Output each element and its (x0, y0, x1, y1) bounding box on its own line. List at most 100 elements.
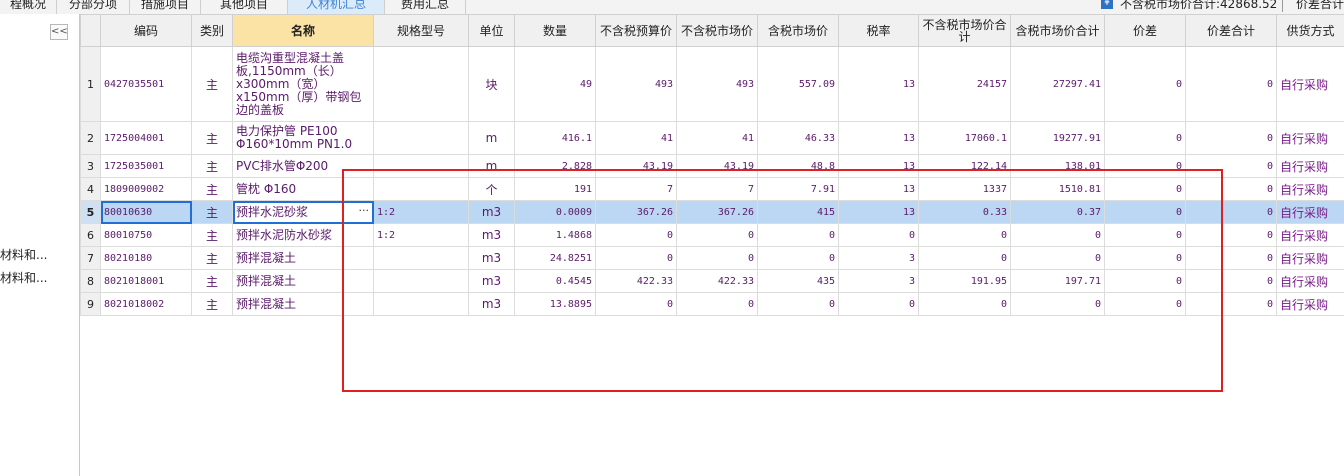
budget-price-cell[interactable]: 422.33 (595, 269, 677, 293)
col-header-price-diff-total[interactable]: 价差合计 (1185, 14, 1277, 47)
col-header-quantity[interactable]: 数量 (514, 14, 596, 47)
budget-price-cell[interactable]: 43.19 (595, 154, 677, 178)
budget-price-cell[interactable]: 0 (595, 292, 677, 316)
market-total-cell[interactable]: 0 (918, 246, 1011, 270)
taxed-market-total-cell[interactable]: 27297.41 (1010, 46, 1105, 122)
price-diff-total-cell[interactable]: 0 (1185, 46, 1277, 122)
price-diff-cell[interactable]: 0 (1104, 200, 1186, 224)
table-row[interactable]: 3 1725035001 主 PVC排水管Φ200 m 2.828 43.19 43.19 48… (80, 154, 1344, 178)
budget-price-cell[interactable]: 367.26 (595, 200, 677, 224)
price-diff-cell[interactable]: 0 (1104, 177, 1186, 201)
spec-cell[interactable] (373, 246, 469, 270)
col-header-taxed-market-price[interactable]: 含税市场价 (757, 14, 839, 47)
code-cell[interactable]: 1809009002 (100, 177, 192, 201)
unit-cell[interactable]: 个 (468, 177, 515, 201)
category-cell[interactable]: 主 (191, 200, 233, 224)
tax-rate-cell[interactable]: 13 (838, 46, 919, 122)
col-header-market-price[interactable]: 不含税市场价 (676, 14, 758, 47)
supply-method-cell[interactable]: 自行采购 (1276, 223, 1344, 247)
spec-cell[interactable] (373, 269, 469, 293)
col-header-tax-rate[interactable]: 税率 (838, 14, 919, 47)
budget-price-cell[interactable]: 41 (595, 121, 677, 155)
supply-method-cell[interactable]: 自行采购 (1276, 121, 1344, 155)
col-header-category[interactable]: 类别 (191, 14, 233, 47)
tax-rate-cell[interactable]: 3 (838, 269, 919, 293)
market-price-cell[interactable]: 0 (676, 223, 758, 247)
price-diff-total-cell[interactable]: 0 (1185, 154, 1277, 178)
name-cell[interactable]: 电缆沟重型混凝土盖板,1150mm（长）x300mm（宽）x150mm（厚）带钢… (232, 46, 374, 122)
market-total-cell[interactable]: 0 (918, 223, 1011, 247)
name-cell[interactable]: 预拌混凝土 (232, 246, 374, 270)
name-cell[interactable]: 预拌混凝土 (232, 269, 374, 293)
tab-overview[interactable]: 程概况 (0, 0, 57, 14)
code-cell[interactable]: 8021018001 (100, 269, 192, 293)
table-row[interactable]: 9 8021018002 主预拌混凝土 m3 13.8895 0 0 0 0 0 0 0 0 自行采购 (80, 292, 1344, 316)
row-number[interactable]: 3 (80, 154, 101, 178)
table-row[interactable]: 1 0427035501 主电缆沟重型混凝土盖板,1150mm（长）x300mm（宽… (80, 46, 1344, 122)
supply-method-cell[interactable]: 自行采购 (1276, 46, 1344, 122)
name-cell[interactable]: 预拌混凝土 (232, 292, 374, 316)
taxed-market-price-cell[interactable]: 415 (757, 200, 839, 224)
unit-cell[interactable]: m (468, 154, 515, 178)
price-diff-cell[interactable]: 0 (1104, 121, 1186, 155)
quantity-cell[interactable]: 49 (514, 46, 596, 122)
market-total-cell[interactable]: 191.95 (918, 269, 1011, 293)
price-diff-total-cell[interactable]: 0 (1185, 121, 1277, 155)
row-number[interactable]: 5 (80, 200, 101, 224)
category-cell[interactable]: 主 (191, 177, 233, 201)
market-price-cell[interactable]: 367.26 (676, 200, 758, 224)
spec-cell[interactable] (373, 121, 469, 155)
col-header-spec[interactable]: 规格型号 (373, 14, 469, 47)
price-diff-cell[interactable]: 0 (1104, 292, 1186, 316)
spec-cell[interactable] (373, 46, 469, 122)
market-price-cell[interactable]: 493 (676, 46, 758, 122)
table-row[interactable]: 7 80210180 主预拌混凝土 m3 24.8251 0 0 0 3 0 0 0 0 自行采购 (80, 246, 1344, 270)
category-cell[interactable]: 主 (191, 269, 233, 293)
category-cell[interactable]: 主 (191, 292, 233, 316)
market-price-cell[interactable]: 422.33 (676, 269, 758, 293)
quantity-cell[interactable]: 1.4868 (514, 223, 596, 247)
taxed-market-price-cell[interactable]: 0 (757, 223, 839, 247)
sidebar-item-material[interactable]: 材料和... (0, 246, 78, 263)
quantity-cell[interactable]: 2.828 (514, 154, 596, 178)
taxed-market-total-cell[interactable]: 0.37 (1010, 200, 1105, 224)
tab-measures[interactable]: 措施项目 (130, 0, 201, 14)
taxed-market-price-cell[interactable]: 0 (757, 246, 839, 270)
taxed-market-price-cell[interactable]: 557.09 (757, 46, 839, 122)
tab-labor-material-summary[interactable]: 人材机汇总 (288, 0, 385, 14)
taxed-market-total-cell[interactable]: 1510.81 (1010, 177, 1105, 201)
row-number[interactable]: 1 (80, 46, 101, 122)
col-header-name[interactable]: 名称 (232, 14, 374, 47)
code-cell[interactable]: 1725035001 (100, 154, 192, 178)
market-total-cell[interactable]: 0 (918, 292, 1011, 316)
quantity-cell[interactable]: 0.0009 (514, 200, 596, 224)
collapse-sidebar-button[interactable]: << (50, 24, 68, 40)
table-row[interactable]: 6 80010750 主预拌水泥防水砂浆 1:2 m3 1.4868 0 0 0 0 0 0 0 0 自行采… (80, 223, 1344, 247)
quantity-cell[interactable]: 191 (514, 177, 596, 201)
tab-other-items[interactable]: 其他项目 (201, 0, 288, 14)
budget-price-cell[interactable]: 0 (595, 246, 677, 270)
col-header-price-diff[interactable]: 价差 (1104, 14, 1186, 47)
market-price-cell[interactable]: 0 (676, 292, 758, 316)
row-number[interactable]: 6 (80, 223, 101, 247)
supply-method-cell[interactable]: 自行采购 (1276, 292, 1344, 316)
price-diff-cell[interactable]: 0 (1104, 223, 1186, 247)
price-diff-total-cell[interactable]: 0 (1185, 269, 1277, 293)
taxed-market-price-cell[interactable]: 48.8 (757, 154, 839, 178)
row-number[interactable]: 9 (80, 292, 101, 316)
market-total-cell[interactable]: 17060.1 (918, 121, 1011, 155)
price-diff-total-cell[interactable]: 0 (1185, 246, 1277, 270)
market-price-cell[interactable]: 43.19 (676, 154, 758, 178)
spec-cell[interactable]: 1:2 (373, 223, 469, 247)
col-header-supply-method[interactable]: 供货方式 (1276, 14, 1344, 47)
code-cell[interactable]: 8021018002 (100, 292, 192, 316)
unit-cell[interactable]: m3 (468, 246, 515, 270)
row-number[interactable]: 8 (80, 269, 101, 293)
taxed-market-total-cell[interactable]: 19277.91 (1010, 121, 1105, 155)
table-row[interactable]: 2 1725004001 主电力保护管 PE100 Φ160*10mm PN1.0 m… (80, 121, 1344, 155)
supply-method-cell[interactable]: 自行采购 (1276, 177, 1344, 201)
name-cell[interactable]: PVC排水管Φ200 (232, 154, 374, 178)
spec-cell[interactable] (373, 292, 469, 316)
col-header-unit[interactable]: 单位 (468, 14, 515, 47)
ellipsis-button[interactable]: ··· (359, 204, 370, 217)
